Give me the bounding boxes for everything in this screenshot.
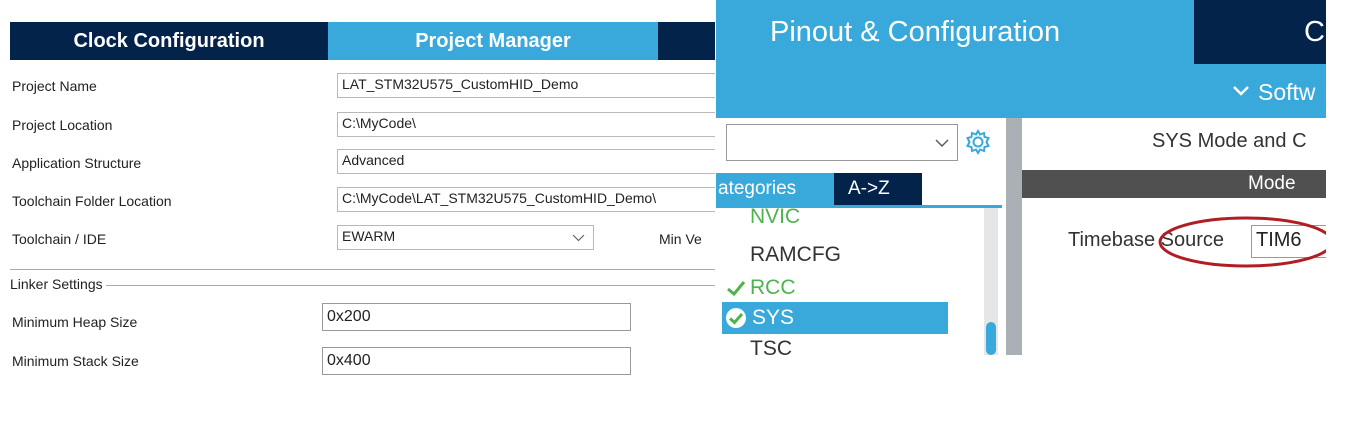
min-version-label: Min Ve — [659, 231, 702, 247]
chevron-down-icon — [572, 234, 585, 242]
check-circle-icon — [726, 308, 746, 328]
project-name-input[interactable]: LAT_STM32U575_CustomHID_Demo — [337, 73, 715, 98]
list-item-tsc[interactable]: TSC — [750, 334, 792, 355]
toolchain-folder-label: Toolchain Folder Location — [12, 193, 172, 209]
toolchain-folder-input[interactable]: C:\MyCode\LAT_STM32U575_CustomHID_Demo\ — [337, 187, 715, 212]
chevron-down-icon — [935, 139, 949, 147]
application-structure-select[interactable]: Advanced — [337, 149, 715, 174]
application-structure-label: Application Structure — [12, 155, 142, 171]
tab-tools[interactable] — [658, 22, 715, 60]
project-location-input[interactable]: C:\MyCode\ — [337, 112, 715, 137]
mode-header: Mode — [1022, 170, 1326, 198]
chevron-down-icon — [1233, 86, 1249, 96]
highlight-circle — [1158, 216, 1326, 268]
project-manager-panel: Clock Configuration Project Manager Proj… — [0, 0, 715, 400]
list-item-sys: SYS — [752, 306, 795, 329]
splitter[interactable] — [1006, 118, 1022, 355]
tab-project-manager[interactable]: Project Manager — [328, 22, 658, 60]
project-name-label: Project Name — [12, 78, 97, 94]
software-packs-label[interactable]: Softw — [1258, 79, 1316, 106]
list-item-ramcfg[interactable]: RAMCFG — [750, 240, 841, 270]
stack-size-label: Minimum Stack Size — [12, 353, 139, 369]
heap-size-label: Minimum Heap Size — [12, 314, 138, 330]
pinout-configuration-panel: Pinout & Configuration C Softw ategories… — [716, 0, 1326, 355]
category-filter-select[interactable] — [726, 124, 958, 161]
toolchain-ide-value: EWARM — [342, 228, 396, 244]
tab-clock-configuration[interactable]: Clock Configuration — [10, 22, 328, 60]
tab-a-to-z[interactable]: A->Z — [834, 173, 922, 205]
list-item-nvic[interactable]: NVIC — [750, 206, 800, 228]
scrollbar-thumb[interactable] — [986, 322, 996, 355]
check-icon — [727, 281, 746, 297]
gear-icon[interactable] — [964, 128, 992, 156]
toolchain-ide-label: Toolchain / IDE — [12, 231, 107, 247]
tab-categories[interactable]: ategories — [716, 173, 834, 205]
list-item-rcc: RCC — [750, 276, 796, 299]
tab-clock-config-partial[interactable]: C — [1194, 0, 1326, 64]
linker-settings-title: Linker Settings — [10, 276, 106, 292]
stack-size-input[interactable]: 0x400 — [322, 347, 631, 375]
divider — [10, 269, 715, 270]
toolchain-ide-select[interactable]: EWARM — [337, 225, 594, 250]
sys-mode-title: SYS Mode and C — [1152, 130, 1307, 152]
linker-group-line — [10, 285, 715, 286]
tab-pinout-configuration[interactable]: Pinout & Configuration — [716, 0, 1194, 64]
list-item-sys-row[interactable]: SYS — [722, 302, 948, 334]
project-location-label: Project Location — [12, 117, 113, 133]
heap-size-input[interactable]: 0x200 — [322, 303, 631, 331]
